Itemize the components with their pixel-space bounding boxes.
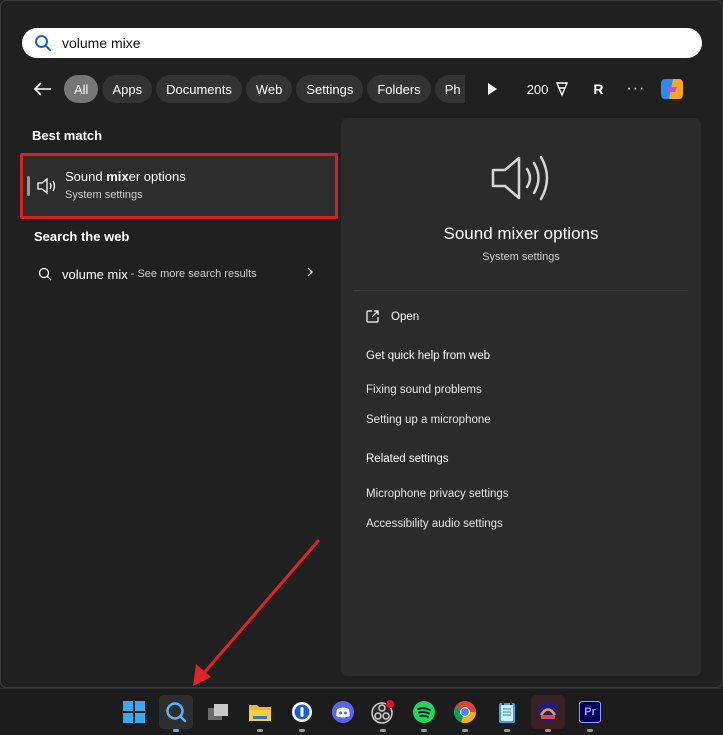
preview-title: Sound mixer options [443, 224, 599, 243]
preview-pane: Sound mixer options System settings Open… [341, 118, 701, 676]
obs-icon [371, 700, 394, 724]
audio-app-icon [538, 702, 558, 722]
tab-photos[interactable]: Ph [434, 75, 465, 103]
chrome-icon [453, 701, 477, 724]
quick-help-heading: Get quick help from web [366, 350, 491, 362]
taskbar: Pr [0, 688, 723, 735]
tab-apps[interactable]: Apps [102, 75, 153, 103]
tab-folders[interactable]: Folders [367, 75, 431, 103]
help-link-fixing-sound[interactable]: Fixing sound problems [366, 384, 482, 396]
running-indicator [380, 729, 386, 732]
search-input[interactable] [62, 35, 662, 51]
active-indicator [545, 729, 551, 732]
tab-documents[interactable]: Documents [156, 75, 242, 103]
spotify-button[interactable] [407, 695, 441, 732]
search-icon [166, 702, 187, 723]
preview-subtitle: System settings [482, 251, 560, 263]
back-button[interactable] [30, 76, 56, 102]
tab-web[interactable]: Web [245, 75, 293, 103]
search-icon [35, 35, 51, 51]
filter-bar: All Apps Documents Web Settings Folders … [30, 74, 710, 104]
best-match-title: Sound mixer options [65, 169, 186, 184]
obs-button[interactable] [366, 695, 400, 732]
points-value: 200 [526, 81, 549, 97]
web-query: volume mix [62, 266, 128, 282]
running-indicator [299, 729, 305, 732]
open-label: Open [391, 310, 420, 323]
web-see-more: - See more search results [130, 268, 257, 280]
running-indicator [504, 729, 510, 732]
chevron-right-icon [307, 267, 313, 277]
running-indicator [462, 729, 468, 732]
play-icon [487, 83, 497, 95]
best-match-result[interactable]: Sound mixer options System settings [20, 153, 338, 219]
best-match-subtitle: System settings [65, 189, 143, 201]
web-search-icon [38, 267, 52, 281]
related-settings-heading: Related settings [366, 453, 449, 465]
windows-start-icon [123, 701, 145, 723]
discord-icon [332, 701, 354, 723]
running-indicator [587, 729, 593, 732]
taskbar-search-button[interactable] [159, 695, 193, 732]
discord-button[interactable] [326, 695, 360, 729]
chrome-button[interactable] [448, 695, 482, 732]
web-search-result[interactable]: volume mix - See more search results [38, 262, 318, 286]
help-link-microphone[interactable]: Setting up a microphone [366, 414, 491, 426]
premiere-pro-button[interactable]: Pr [573, 695, 607, 732]
active-indicator [173, 729, 179, 732]
copilot-icon[interactable] [657, 74, 687, 104]
notepad-icon [499, 701, 515, 723]
task-view-button[interactable] [201, 695, 235, 729]
notepad-button[interactable] [490, 695, 524, 732]
more-options-button[interactable]: ··· [626, 80, 645, 98]
1password-icon [292, 702, 312, 722]
tab-settings[interactable]: Settings [296, 75, 364, 103]
running-indicator [421, 729, 427, 732]
more-filters-button[interactable] [479, 76, 505, 102]
selection-indicator [27, 176, 30, 196]
task-view-icon [208, 704, 228, 720]
best-match-heading: Best match [32, 128, 103, 143]
rewards-icon [556, 82, 569, 97]
audio-app-button[interactable] [531, 695, 565, 732]
back-arrow-icon [34, 82, 51, 96]
spotify-icon [413, 701, 435, 723]
premiere-pro-icon: Pr [579, 701, 601, 723]
1password-button[interactable] [285, 695, 319, 732]
search-web-heading: Search the web [34, 229, 130, 244]
speaker-large-icon [491, 155, 549, 201]
running-indicator [257, 729, 263, 732]
preview-divider [354, 290, 688, 291]
start-button[interactable] [117, 695, 151, 729]
rewards-points[interactable]: 200 [527, 81, 571, 97]
search-bar[interactable] [22, 28, 702, 58]
file-explorer-icon [249, 705, 271, 721]
related-microphone-privacy[interactable]: Microphone privacy settings [366, 488, 509, 500]
file-explorer-button[interactable] [243, 695, 277, 732]
open-action[interactable]: Open [366, 310, 419, 323]
related-accessibility-audio[interactable]: Accessibility audio settings [366, 518, 503, 530]
tab-all[interactable]: All [64, 75, 99, 103]
open-external-icon [366, 310, 379, 323]
account-avatar[interactable]: R [586, 77, 610, 101]
speaker-icon [37, 177, 56, 195]
